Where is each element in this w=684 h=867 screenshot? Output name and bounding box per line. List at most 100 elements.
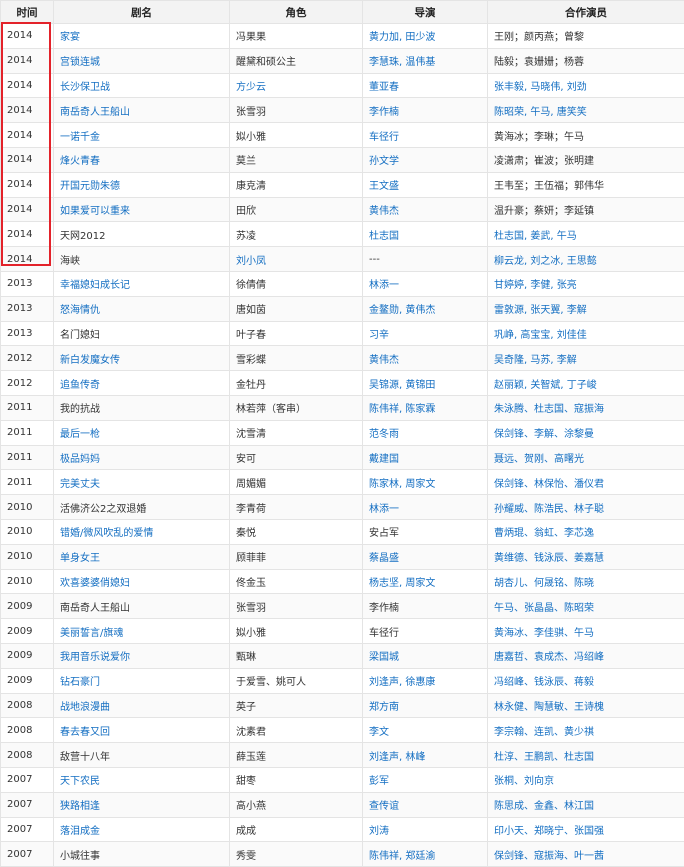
year-cell: 2011 (1, 470, 54, 495)
costars-cell: 冯绍峰、钱泳辰、蒋毅 (488, 668, 684, 693)
director-link[interactable]: 戴建国 (369, 454, 399, 465)
role-cell: 林若萍（客串） (230, 395, 363, 420)
director-link[interactable]: 黄伟杰 (369, 355, 399, 366)
director-link[interactable]: 杨志坚, 周家文 (369, 578, 435, 589)
director-link[interactable]: 陈伟祥, 郑廷渝 (369, 851, 435, 862)
costars-link[interactable]: 甘婷婷, 李健, 张亮 (494, 280, 577, 291)
director-link[interactable]: 刘涛 (369, 826, 389, 837)
director-link[interactable]: 金鳌勋, 黄伟杰 (369, 305, 435, 316)
director-link[interactable]: 李作楠 (369, 107, 399, 118)
costars-link[interactable]: 陈思成、金鑫、林江国 (494, 801, 594, 812)
title-link[interactable]: 落泪成金 (60, 826, 100, 837)
director-link[interactable]: 习辛 (369, 330, 389, 341)
costars-link[interactable]: 张丰毅, 马晓伟, 刘劲 (494, 82, 587, 93)
title-link[interactable]: 烽火青春 (60, 156, 100, 167)
costars-link[interactable]: 保剑锋、寇振海、叶一茜 (494, 851, 604, 862)
title-link[interactable]: 天下农民 (60, 776, 100, 787)
director-link[interactable]: 孙文学 (369, 156, 399, 167)
director-link[interactable]: 林添一 (369, 504, 399, 515)
costars-link[interactable]: 唐嘉哲、袁成杰、冯绍峰 (494, 652, 604, 663)
title-link[interactable]: 钻石豪门 (60, 677, 100, 688)
director-cell: --- (363, 247, 488, 272)
director-link[interactable]: 王文盛 (369, 181, 399, 192)
costars-link[interactable]: 孙耀威、陈浩民、林子聪 (494, 504, 604, 515)
director-link[interactable]: 林添一 (369, 280, 399, 291)
director-link[interactable]: 陈伟祥, 陈家霖 (369, 404, 435, 415)
title-link[interactable]: 美丽誓言/旗魂 (60, 628, 123, 639)
costars-link[interactable]: 保剑锋、李解、涂黎曼 (494, 429, 594, 440)
costars-link[interactable]: 曹炳琨、翁虹、李芯逸 (494, 528, 594, 539)
director-link[interactable]: 蔡晶盛 (369, 553, 399, 564)
title-link[interactable]: 追鱼传奇 (60, 380, 100, 391)
title-link[interactable]: 完美丈夫 (60, 479, 100, 490)
director-link[interactable]: 李文 (369, 727, 389, 738)
costars-link[interactable]: 朱泳腾、杜志国、寇振海 (494, 404, 604, 415)
title-link[interactable]: 怒海情仇 (60, 305, 100, 316)
costars-link[interactable]: 林永健、陶慧敏、王诗槐 (494, 702, 604, 713)
director-link[interactable]: 彭军 (369, 776, 389, 787)
title-link[interactable]: 一诺千金 (60, 132, 100, 143)
director-link[interactable]: 杜志国 (369, 231, 399, 242)
title-link[interactable]: 幸福媳妇成长记 (60, 280, 130, 291)
director-link[interactable]: 陈家林, 周家文 (369, 479, 435, 490)
title-link[interactable]: 战地浪漫曲 (60, 702, 110, 713)
costars-cell: 王刚；颜丙燕；曾黎 (488, 24, 684, 49)
table-row: 2014烽火青春莫兰孙文学凌潇肃；崔波；张明建 (1, 147, 684, 172)
costars-link[interactable]: 印小天、郑晓宁、张国强 (494, 826, 604, 837)
costars-cell: 陈昭荣, 午马, 唐笑笑 (488, 98, 684, 123)
costars-link[interactable]: 赵丽颖, 关智斌, 丁子峻 (494, 380, 597, 391)
costars-link[interactable]: 聂远、贺刚、高曙光 (494, 454, 584, 465)
director-link[interactable]: 刘逢声, 徐惠康 (369, 677, 435, 688)
costars-link[interactable]: 杜淳、王鹏凯、杜志国 (494, 752, 594, 763)
title-link[interactable]: 狭路相逢 (60, 801, 100, 812)
title-link[interactable]: 南岳奇人王船山 (60, 107, 130, 118)
title-link[interactable]: 如果爱可以重来 (60, 206, 130, 217)
director-link[interactable]: 黄伟杰 (369, 206, 399, 217)
costars-link[interactable]: 吴奇隆, 马苏, 李解 (494, 355, 577, 366)
costars-link[interactable]: 黄海冰、李佳骐、午马 (494, 628, 594, 639)
costars-link[interactable]: 李宗翰、连凯、黄少祺 (494, 727, 594, 738)
director-link[interactable]: 查传谊 (369, 801, 399, 812)
title-link[interactable]: 极品妈妈 (60, 454, 100, 465)
costars-link[interactable]: 午马、张晶晶、陈昭荣 (494, 603, 594, 614)
director-link[interactable]: 黄力加, 田少波 (369, 32, 435, 43)
title-link[interactable]: 欢喜婆婆俏媳妇 (60, 578, 130, 589)
director-link[interactable]: 吴锦源, 黄锦田 (369, 380, 435, 391)
costars-link[interactable]: 巩峥, 高宝宝, 刘佳佳 (494, 330, 587, 341)
title-link[interactable]: 春去春又回 (60, 727, 110, 738)
title-link[interactable]: 单身女王 (60, 553, 100, 564)
director-link[interactable]: 梁国城 (369, 652, 399, 663)
title-link[interactable]: 新白发魔女传 (60, 355, 120, 366)
costars-link[interactable]: 保剑锋、林保怡、潘仪君 (494, 479, 604, 490)
director-link[interactable]: 刘逢声, 林峰 (369, 752, 425, 763)
costars-link[interactable]: 张桐、刘向京 (494, 776, 554, 787)
costars-link[interactable]: 胡杏儿、何晟铭、陈晓 (494, 578, 594, 589)
director-cell: 黄伟杰 (363, 197, 488, 222)
title-link[interactable]: 宫锁连城 (60, 57, 100, 68)
director-link[interactable]: 郑方南 (369, 702, 399, 713)
costars-link[interactable]: 陈昭荣, 午马, 唐笑笑 (494, 107, 587, 118)
director-cell: 陈伟祥, 陈家霖 (363, 395, 488, 420)
title-link[interactable]: 长沙保卫战 (60, 82, 110, 93)
director-link[interactable]: 董亚春 (369, 82, 399, 93)
role-link[interactable]: 刘小凤 (236, 256, 266, 267)
director-cell: 郑方南 (363, 693, 488, 718)
costars-cell: 李宗翰、连凯、黄少祺 (488, 718, 684, 743)
director-link[interactable]: 李慧珠, 温伟基 (369, 57, 435, 68)
role-link[interactable]: 方少云 (236, 82, 266, 93)
director-link[interactable]: 车径行 (369, 132, 399, 143)
title-link[interactable]: 家宴 (60, 32, 80, 43)
costars-link[interactable]: 黄维德、钱泳辰、姜嘉慧 (494, 553, 604, 564)
costars-link[interactable]: 冯绍峰、钱泳辰、蒋毅 (494, 677, 594, 688)
costars-link[interactable]: 杜志国, 姜武, 午马 (494, 231, 577, 242)
table-row: 2014开国元勋朱德康克清王文盛王韦至；王伍福；郭伟华 (1, 172, 684, 197)
director-link[interactable]: 范冬雨 (369, 429, 399, 440)
costars-link[interactable]: 雷敦源, 张天翼, 李解 (494, 305, 587, 316)
table-row: 2007天下农民甜枣彭军张桐、刘向京 (1, 767, 684, 792)
role-text: 叶子春 (236, 330, 266, 341)
title-link[interactable]: 开国元勋朱德 (60, 181, 120, 192)
title-link[interactable]: 错婚/微风吹乱的爱情 (60, 528, 153, 539)
title-link[interactable]: 最后一枪 (60, 429, 100, 440)
costars-link[interactable]: 柳云龙, 刘之冰, 王思懿 (494, 256, 597, 267)
title-link[interactable]: 我用音乐说爱你 (60, 652, 130, 663)
